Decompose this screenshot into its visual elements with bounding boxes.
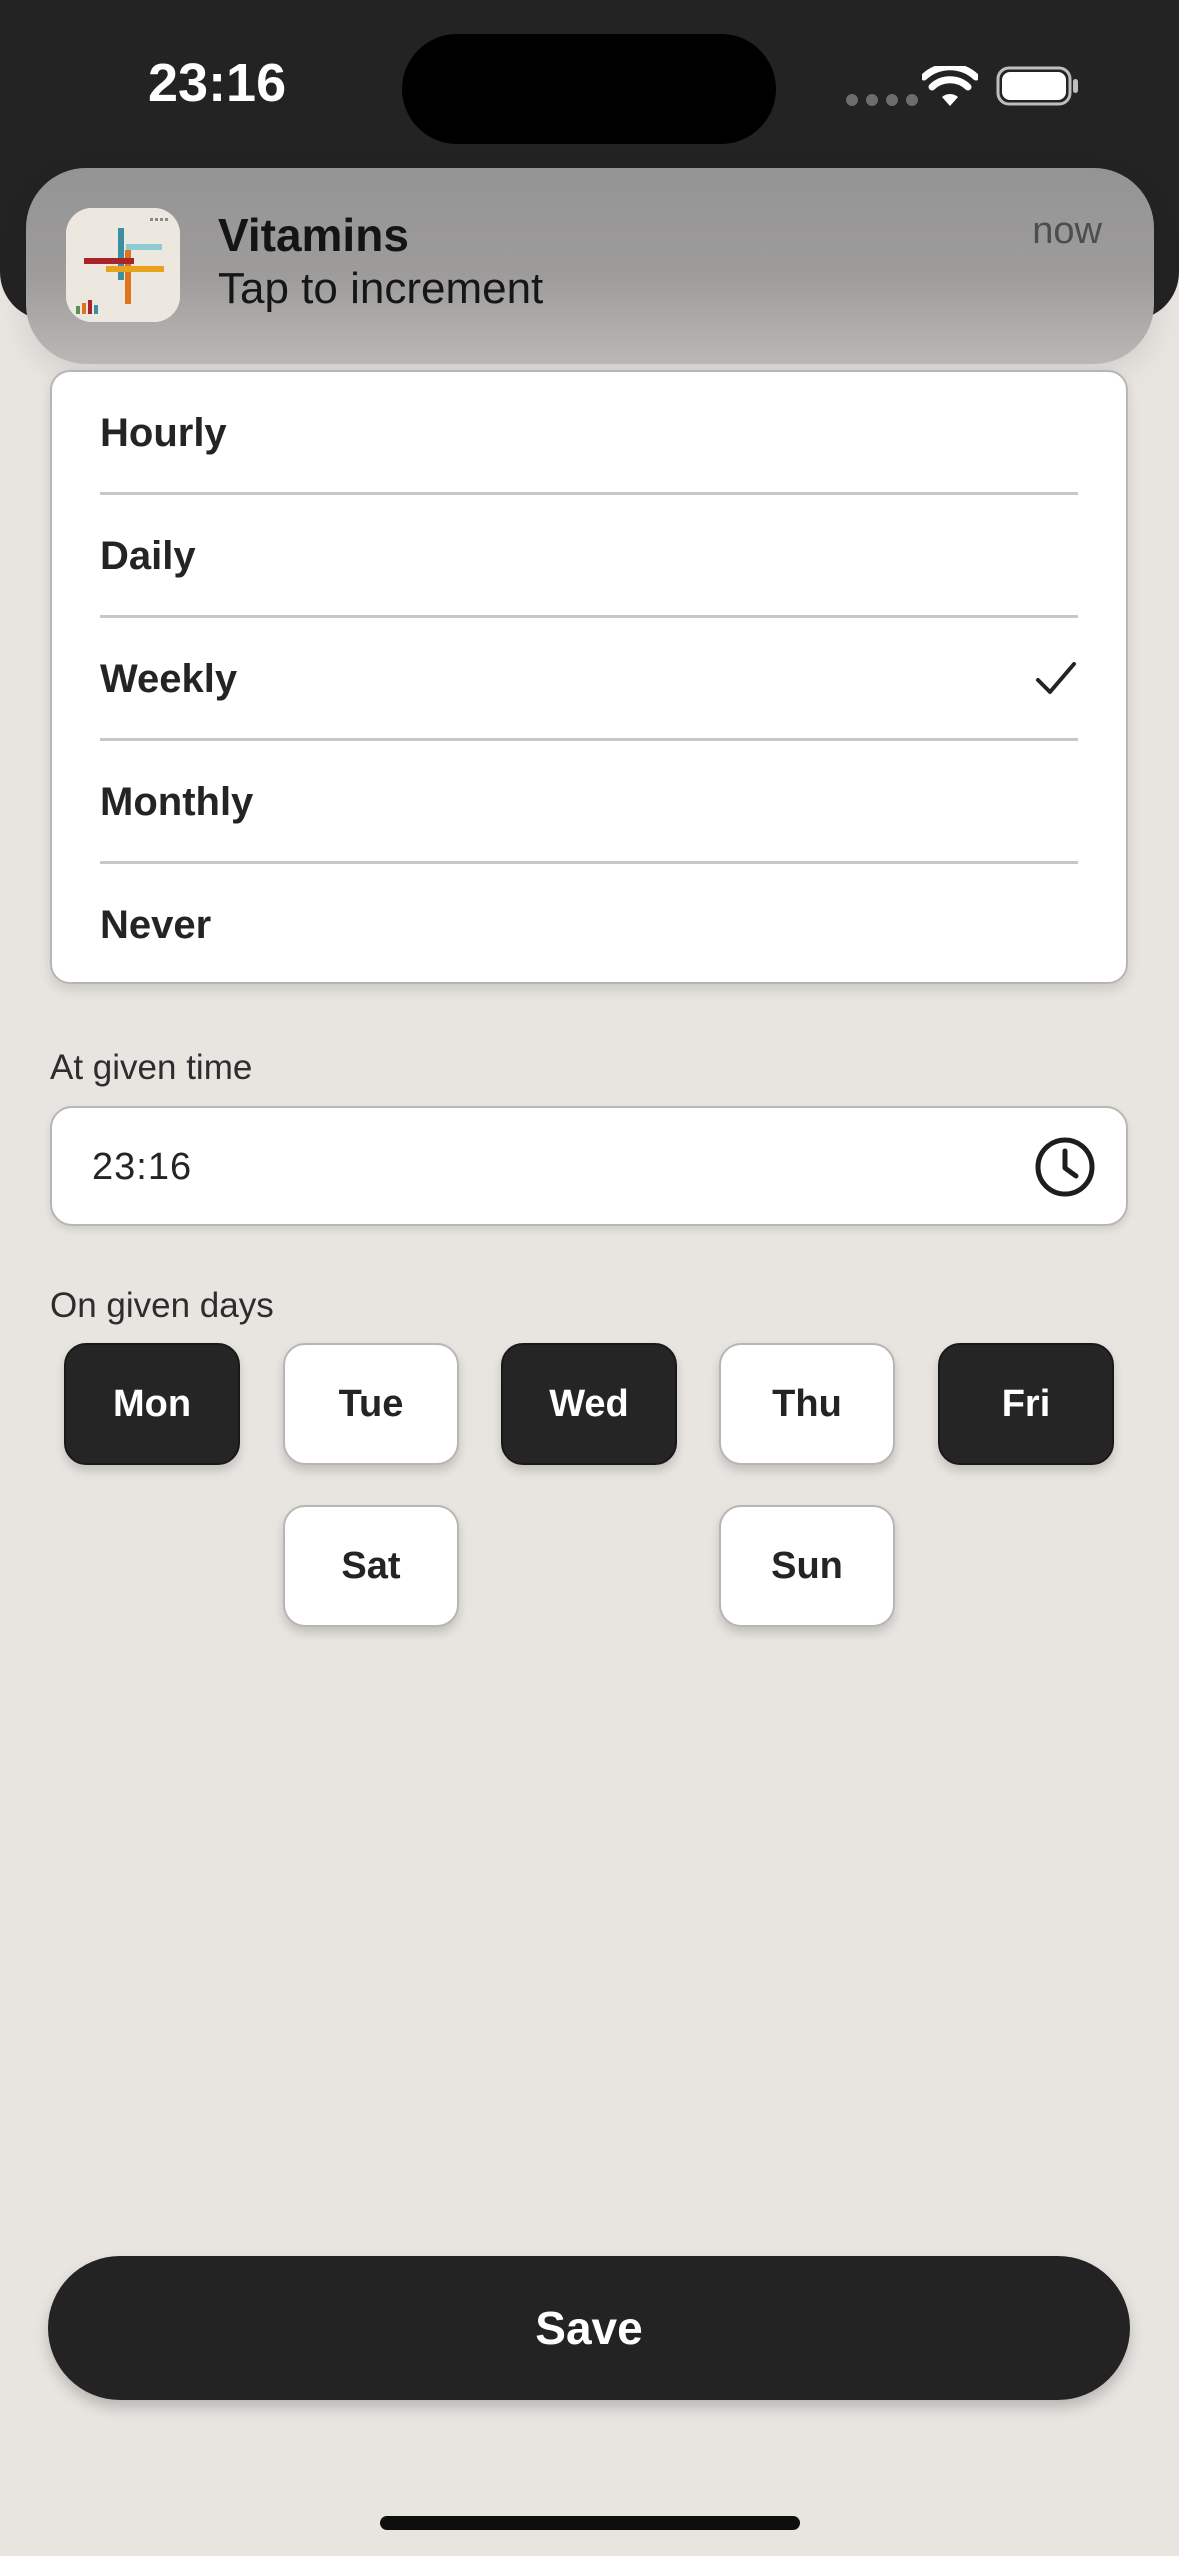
frequency-option-label: Daily [100,534,196,578]
frequency-option-never[interactable]: Never [52,864,1126,982]
frequency-option-hourly[interactable]: Hourly [52,372,1126,495]
day-chip-tue[interactable]: Tue [283,1343,459,1465]
notification-title: Vitamins [218,209,409,261]
clock-icon[interactable] [1034,1136,1096,1198]
frequency-option-label: Weekly [100,657,238,701]
cellular-signal-icon [846,94,918,106]
frequency-option-label: Monthly [100,780,254,824]
frequency-option-monthly[interactable]: Monthly [52,741,1126,864]
notification-body: Tap to increment [218,264,544,313]
frequency-option-label: Never [100,903,212,947]
save-button[interactable]: Save [48,2256,1130,2400]
day-chip-sun[interactable]: Sun [719,1505,895,1627]
time-section-label: At given time [50,1048,253,1087]
frequency-options-list: Hourly Daily Weekly Monthly Never [50,370,1128,984]
frequency-option-weekly[interactable]: Weekly [52,618,1126,741]
notification-time: now [1032,210,1102,252]
day-chip-fri[interactable]: Fri [938,1343,1114,1465]
battery-icon [996,66,1078,106]
app-cross-icon [66,208,180,322]
time-picker-field[interactable]: 23:16 [50,1106,1128,1226]
day-chip-sat[interactable]: Sat [283,1505,459,1627]
checkmark-icon [1036,662,1076,694]
day-chip-thu[interactable]: Thu [719,1343,895,1465]
day-chip-wed[interactable]: Wed [501,1343,677,1465]
dynamic-island [402,34,776,144]
notification-banner[interactable]: Vitamins Tap to increment now [26,168,1154,364]
days-section-label: On given days [50,1286,274,1325]
frequency-option-daily[interactable]: Daily [52,495,1126,618]
home-indicator[interactable] [380,2516,800,2530]
status-bar-time: 23:16 [148,53,287,113]
time-value: 23:16 [92,1146,193,1188]
wifi-icon [922,66,978,106]
frequency-option-label: Hourly [100,411,227,455]
day-chip-mon[interactable]: Mon [64,1343,240,1465]
